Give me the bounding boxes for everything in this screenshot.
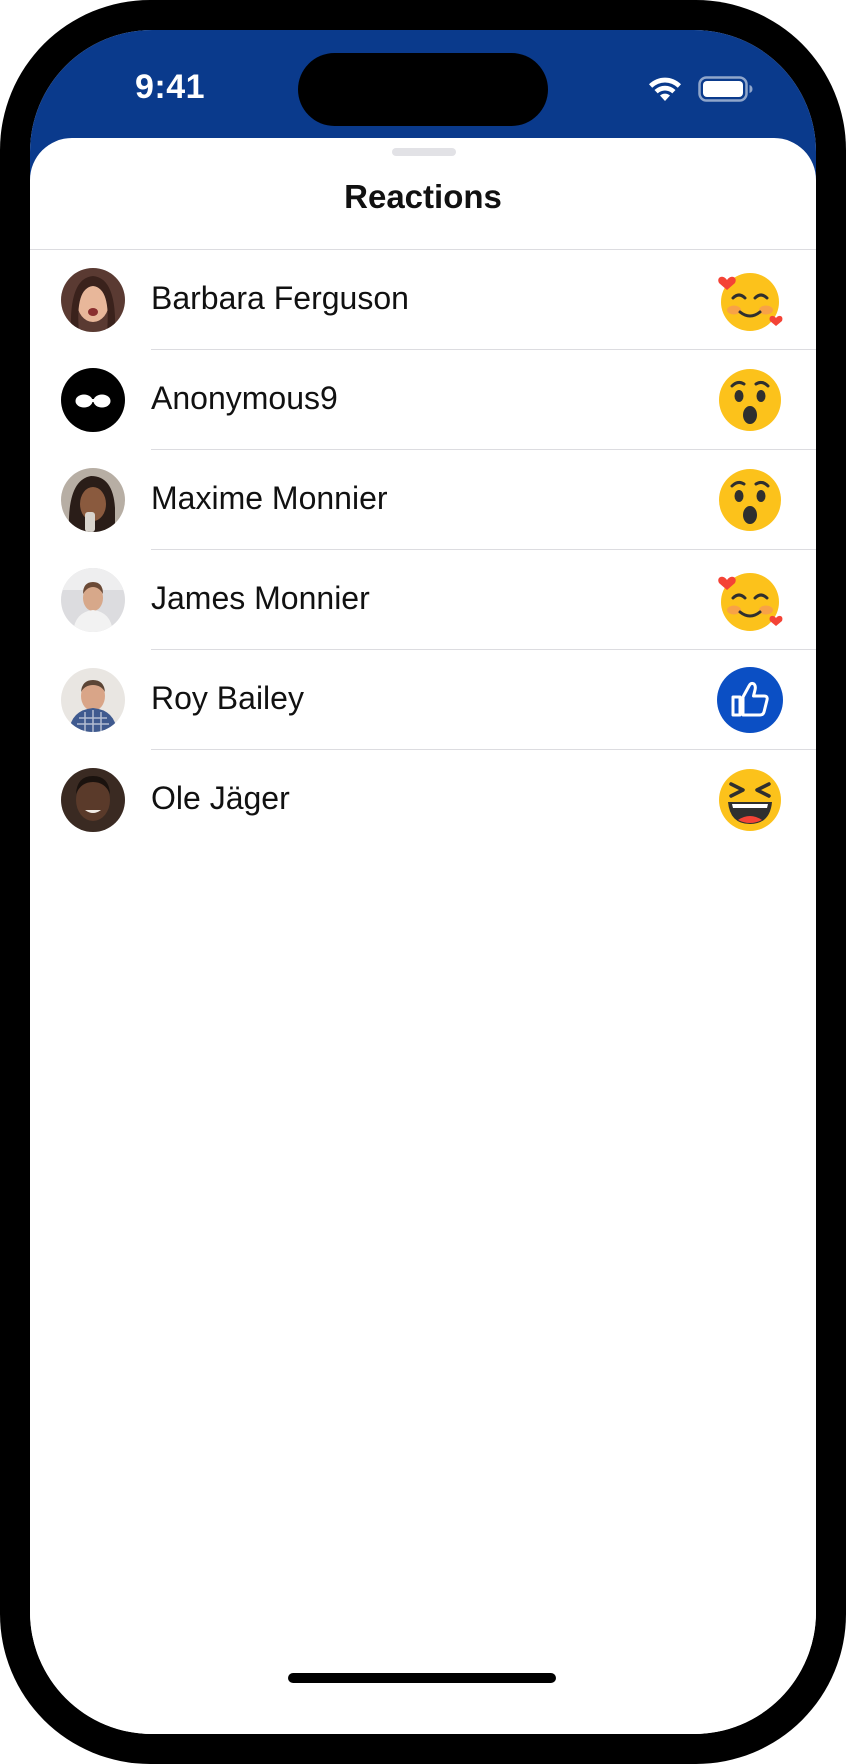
laughing-face-icon bbox=[719, 769, 781, 831]
reactions-sheet: Reactions Barbara Ferguson Anonymous9 Ma… bbox=[30, 138, 816, 1734]
status-time: 9:41 bbox=[135, 68, 206, 106]
phone-screen: 9:41 Reactions Barbara Ferguson Anonymou… bbox=[30, 30, 816, 1734]
avatar[interactable] bbox=[61, 468, 125, 532]
reactor-name: Maxime Monnier bbox=[151, 480, 388, 516]
home-indicator[interactable] bbox=[288, 1673, 556, 1683]
reaction-row[interactable]: Ole Jäger bbox=[30, 750, 816, 850]
sheet-grabber[interactable] bbox=[392, 148, 456, 156]
reactor-name: Roy Bailey bbox=[151, 680, 304, 716]
anonymous-avatar[interactable] bbox=[61, 368, 125, 432]
astonished-face-icon bbox=[719, 369, 781, 431]
reaction-row[interactable]: Maxime Monnier bbox=[30, 450, 816, 550]
reactor-name: Ole Jäger bbox=[151, 780, 290, 816]
reaction-row[interactable]: Barbara Ferguson bbox=[30, 250, 816, 350]
smiling-face-with-hearts-icon bbox=[718, 573, 783, 631]
avatar[interactable] bbox=[61, 768, 125, 832]
reaction-row[interactable]: James Monnier bbox=[30, 550, 816, 650]
battery-icon bbox=[698, 76, 753, 102]
reactions-list: Barbara Ferguson Anonymous9 Maxime Monni… bbox=[30, 250, 816, 850]
reaction-row[interactable]: Anonymous9 bbox=[30, 350, 816, 450]
reactor-name: Anonymous9 bbox=[151, 380, 338, 416]
astonished-face-icon bbox=[719, 469, 781, 531]
wifi-icon bbox=[649, 77, 681, 101]
reactor-name: Barbara Ferguson bbox=[151, 280, 409, 316]
sheet-title: Reactions bbox=[344, 178, 502, 215]
thumbs-up-icon bbox=[717, 667, 783, 733]
avatar[interactable] bbox=[61, 568, 125, 632]
smiling-face-with-hearts-icon bbox=[718, 273, 783, 331]
reaction-row[interactable]: Roy Bailey bbox=[30, 650, 816, 750]
avatar[interactable] bbox=[61, 268, 125, 332]
avatar[interactable] bbox=[61, 668, 125, 732]
dynamic-island bbox=[298, 53, 548, 126]
reactor-name: James Monnier bbox=[151, 580, 370, 616]
